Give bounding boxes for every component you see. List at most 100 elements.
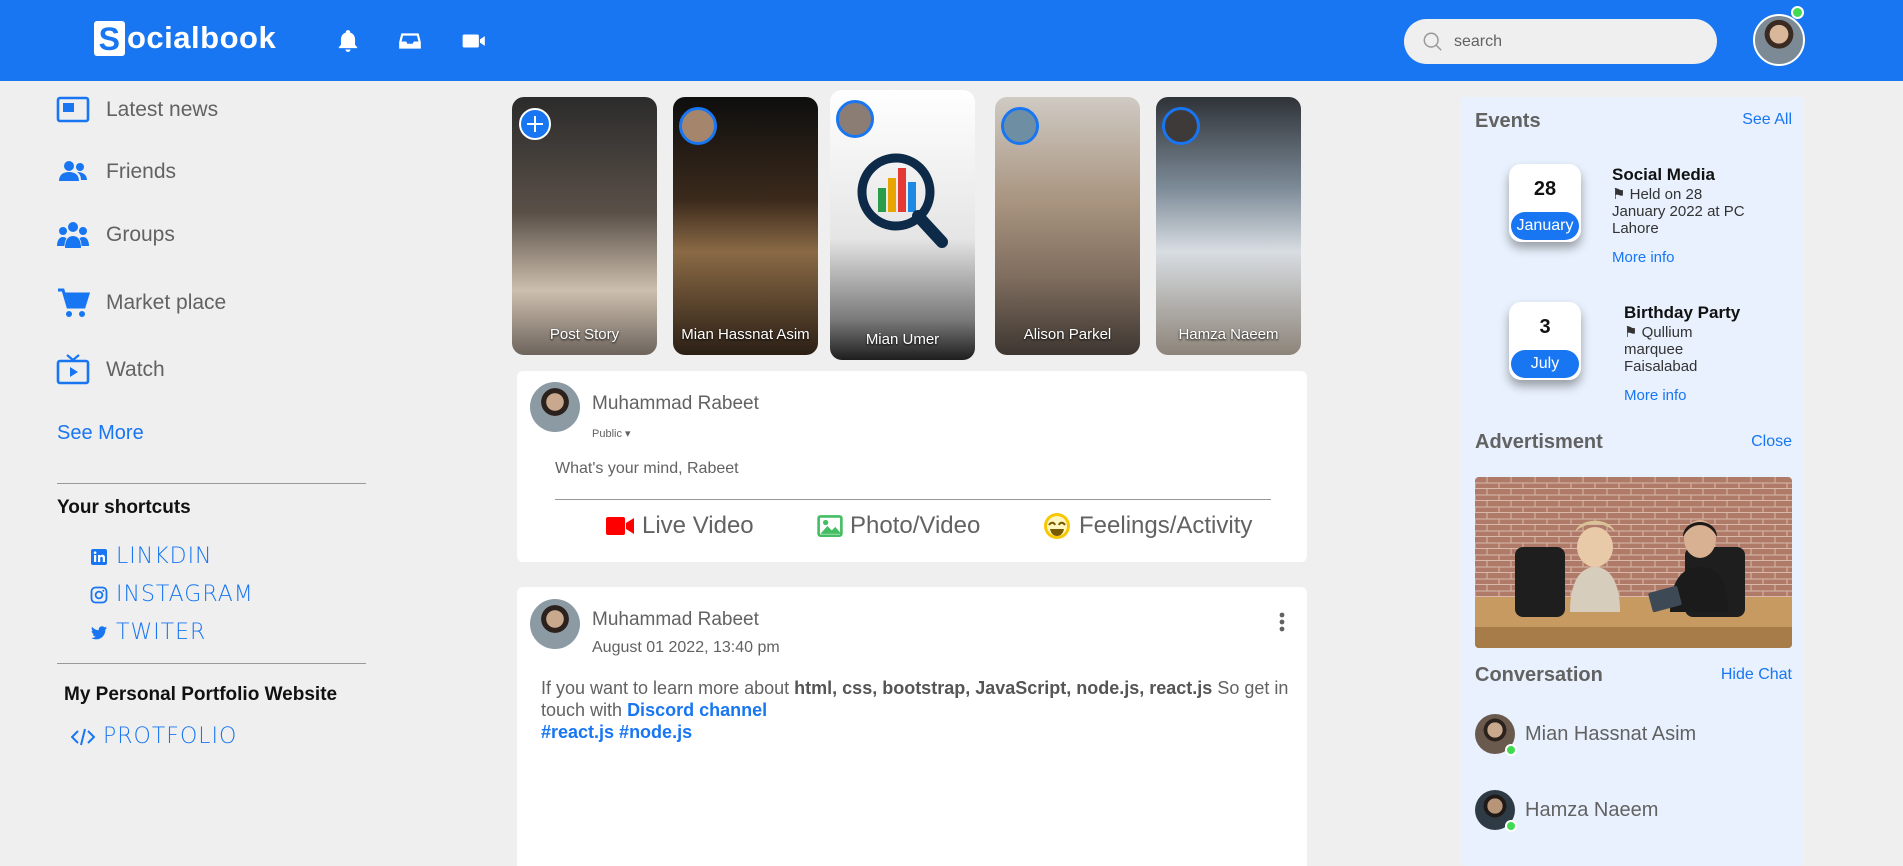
story-post[interactable]: Post Story [512, 97, 657, 355]
hide-chat-button[interactable]: Hide Chat [1721, 666, 1792, 684]
conversation-title: Conversation [1475, 664, 1603, 686]
code-icon [71, 728, 95, 745]
chat-contact[interactable]: Mian Hassnat Asim [1475, 714, 1697, 756]
caret-down-icon: ▾ [625, 428, 631, 440]
advertisement-title: Advertisment [1475, 431, 1603, 453]
composer-user-name: Muhammad Rabeet [592, 393, 759, 414]
photo-icon [817, 515, 843, 537]
video-icon[interactable] [461, 28, 487, 54]
shortcut-twitter[interactable]: TWITER [90, 620, 206, 645]
event-description: ⚑ Held on 28 January 2022 at PC Lahore [1612, 186, 1752, 237]
live-video-button[interactable]: Live Video [604, 510, 754, 542]
privacy-label: Public [592, 428, 622, 440]
event-date-badge: 3 July [1509, 302, 1581, 380]
bell-icon[interactable] [335, 28, 361, 54]
story-item[interactable]: Mian Umer [830, 90, 975, 360]
instagram-icon [90, 586, 108, 603]
story-avatar [1001, 107, 1039, 145]
newspaper-icon [56, 96, 90, 123]
story-caption: Post Story [549, 326, 620, 343]
close-ad-button[interactable]: Close [1751, 433, 1792, 451]
story-caption: Mian Umer [865, 331, 940, 348]
post-body: If you want to learn more about html, cs… [541, 677, 1301, 743]
see-more-link[interactable]: See More [57, 422, 144, 445]
story-caption: Hamza Naeem [1178, 326, 1279, 343]
shortcut-instagram[interactable]: INSTAGRAM [90, 582, 254, 607]
search-input[interactable] [1454, 32, 1694, 51]
post-user-name: Muhammad Rabeet [592, 609, 759, 630]
divider [57, 483, 366, 484]
action-label: Live Video [642, 512, 754, 539]
see-all-link[interactable]: See All [1742, 111, 1792, 129]
event-more-info-link[interactable]: More info [1624, 387, 1687, 404]
story-avatar [1162, 107, 1200, 145]
event-month: July [1511, 350, 1579, 378]
portfolio-link[interactable]: PROTFOLIO [71, 724, 237, 749]
post-text-bold: html, css, bootstrap, JavaScript, node.j… [794, 678, 1213, 698]
story-item[interactable]: Mian Hassnat Asim [673, 97, 818, 355]
analytics-logo-icon [857, 153, 948, 248]
post-composer: Muhammad Rabeet Public ▾ What's your min… [517, 371, 1307, 562]
event-title: Social Media [1612, 165, 1715, 184]
advertisement-image[interactable] [1475, 477, 1792, 648]
sidebar-item-label: Latest news [106, 98, 219, 121]
events-title: Events [1475, 110, 1541, 132]
post-hashtags[interactable]: #react.js #node.js [541, 722, 692, 742]
sidebar-item-groups[interactable]: Groups [56, 218, 175, 252]
sidebar-item-label: Groups [106, 223, 175, 246]
sidebar-item-label: Friends [106, 160, 177, 183]
event-date-badge: 28 January [1509, 164, 1581, 242]
sidebar-item-label: Market place [106, 291, 227, 314]
event-day: 3 [1539, 316, 1551, 338]
event-more-info-link[interactable]: More info [1612, 249, 1675, 266]
event-month: January [1511, 212, 1579, 240]
portfolio-title: My Personal Portfolio Website [64, 684, 338, 705]
sidebar-item-label: Watch [106, 358, 165, 381]
feelings-activity-button[interactable]: Feelings/Activity [1041, 510, 1252, 542]
shortcut-linkedin[interactable]: LINKDIN [90, 544, 213, 569]
post-timestamp: August 01 2022, 13:40 pm [592, 639, 780, 656]
story-caption: Alison Parkel [1023, 326, 1112, 343]
inbox-icon[interactable] [397, 28, 423, 54]
meeting-photo [1475, 477, 1792, 648]
avatar [1475, 714, 1517, 756]
composer-input[interactable]: What's your mind, Rabeet [555, 460, 739, 478]
right-sidebar: Events See All 28 January Social Media ⚑… [1461, 97, 1804, 866]
story-item[interactable]: Alison Parkel [995, 97, 1140, 355]
shortcut-label: LINKDIN [116, 544, 213, 569]
avatar[interactable] [530, 599, 580, 649]
chat-contact[interactable]: Hamza Naeem [1475, 790, 1659, 832]
cart-icon [58, 288, 90, 317]
smile-icon [1044, 513, 1070, 539]
socialbook-page: S ocialbook search Latest news Friends G… [0, 0, 1903, 866]
search-box[interactable] [1404, 19, 1717, 64]
privacy-selector[interactable]: Public ▾ [592, 427, 631, 440]
action-label: Feelings/Activity [1079, 512, 1253, 539]
photo-video-button[interactable]: Photo/Video [816, 510, 980, 542]
sidebar-item-marketplace[interactable]: Market place [56, 286, 226, 320]
story-avatar [836, 100, 874, 138]
sidebar-item-latest-news[interactable]: Latest news [56, 93, 218, 127]
post-text-intro: If you want to learn more about [541, 678, 790, 698]
profile-avatar[interactable] [1753, 14, 1805, 66]
plus-circle-icon [519, 108, 551, 140]
story-avatar [679, 107, 717, 145]
location-pin-icon: ⚑ [1612, 186, 1626, 203]
avatar[interactable] [530, 382, 580, 432]
online-status-dot [1505, 744, 1517, 756]
story-caption: Mian Hassnat Asim [681, 326, 810, 343]
action-label: Photo/Video [850, 512, 981, 539]
discord-link[interactable]: Discord channel [627, 700, 767, 720]
sidebar-item-watch[interactable]: Watch [56, 353, 165, 387]
event-desc-text: Held on 28 January 2022 at PC Lahore [1612, 186, 1745, 237]
more-options-icon[interactable] [1278, 611, 1286, 633]
friends-icon [59, 161, 87, 181]
sidebar-item-friends[interactable]: Friends [56, 155, 176, 189]
contact-name: Hamza Naeem [1525, 798, 1659, 821]
divider [555, 499, 1271, 500]
story-item[interactable]: Hamza Naeem [1156, 97, 1301, 355]
logo[interactable]: S ocialbook [94, 20, 276, 57]
shortcuts-title: Your shortcuts [57, 497, 191, 518]
contact-name: Mian Hassnat Asim [1525, 722, 1697, 745]
twitter-icon [91, 625, 107, 639]
